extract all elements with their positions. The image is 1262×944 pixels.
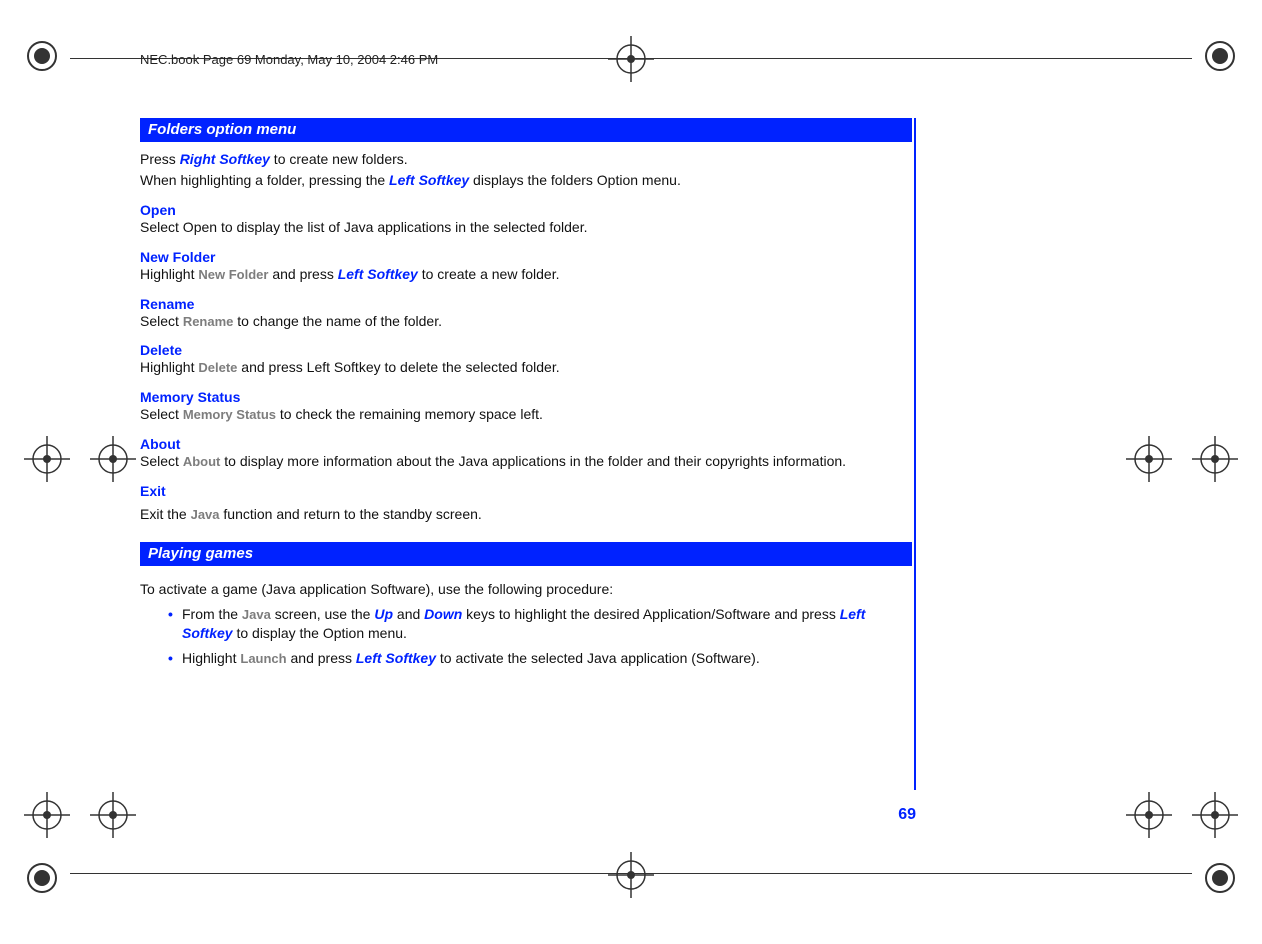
crosshair-icon [1126, 436, 1172, 482]
book-header-breadcrumb: NEC.book Page 69 Monday, May 10, 2004 2:… [140, 52, 438, 67]
subheading-exit: Exit [140, 483, 912, 499]
subheading-new-folder: New Folder [140, 249, 912, 265]
text: to create a new folder. [418, 266, 560, 282]
java-keyword: Java [191, 507, 220, 522]
text: screen, use the [271, 606, 375, 622]
right-margin-rule [914, 118, 916, 790]
text: Highlight [140, 266, 198, 282]
text: and [393, 606, 424, 622]
text: and press Left Softkey to delete the sel… [237, 359, 559, 375]
section-heading-folders: Folders option menu [140, 118, 912, 142]
text: When highlighting a folder, pressing the [140, 172, 389, 188]
text: Select [140, 453, 183, 469]
registration-mark-icon [1202, 860, 1238, 896]
text: Select [140, 313, 183, 329]
delete-description: Highlight Delete and press Left Softkey … [140, 358, 912, 377]
text: From the [182, 606, 242, 622]
new-folder-keyword: New Folder [198, 267, 268, 282]
left-softkey-label: Left Softkey [338, 266, 418, 282]
crosshair-icon [608, 852, 654, 898]
subheading-open: Open [140, 202, 912, 218]
text: Press [140, 151, 180, 167]
delete-keyword: Delete [198, 360, 237, 375]
section-heading-playing-games: Playing games [140, 542, 912, 566]
memory-status-description: Select Memory Status to check the remain… [140, 405, 912, 424]
text: function and return to the standby scree… [220, 506, 482, 522]
text: Highlight [140, 359, 198, 375]
exit-description: Exit the Java function and return to the… [140, 505, 912, 524]
crosshair-icon [1192, 436, 1238, 482]
text: and press [287, 650, 356, 666]
crosshair-icon [90, 436, 136, 482]
text: to display the Option menu. [233, 625, 407, 641]
crosshair-icon [24, 792, 70, 838]
text: Exit the [140, 506, 191, 522]
text: and press [268, 266, 337, 282]
page-content: Folders option menu Press Right Softkey … [140, 118, 912, 674]
subheading-about: About [140, 436, 912, 452]
text: to create new folders. [270, 151, 408, 167]
text: to change the name of the folder. [233, 313, 442, 329]
intro-line-2: When highlighting a folder, pressing the… [140, 171, 912, 190]
rename-description: Select Rename to change the name of the … [140, 312, 912, 331]
text: Select [140, 406, 183, 422]
playing-games-steps: From the Java screen, use the Up and Dow… [168, 605, 912, 668]
crosshair-icon [1126, 792, 1172, 838]
launch-keyword: Launch [240, 651, 286, 666]
right-softkey-label: Right Softkey [180, 151, 270, 167]
crosshair-icon [608, 36, 654, 82]
registration-mark-icon [24, 860, 60, 896]
text: to check the remaining memory space left… [276, 406, 543, 422]
subheading-delete: Delete [140, 342, 912, 358]
text: to display more information about the Ja… [220, 453, 846, 469]
text: Highlight [182, 650, 240, 666]
registration-mark-icon [24, 38, 60, 74]
left-softkey-label: Left Softkey [389, 172, 469, 188]
java-keyword: Java [242, 607, 271, 622]
about-description: Select About to display more information… [140, 452, 912, 471]
playing-games-intro: To activate a game (Java application Sof… [140, 580, 912, 599]
crosshair-icon [24, 436, 70, 482]
about-keyword: About [183, 454, 221, 469]
registration-mark-icon [1202, 38, 1238, 74]
rename-keyword: Rename [183, 314, 234, 329]
intro-line-1: Press Right Softkey to create new folder… [140, 150, 912, 169]
open-description: Select Open to display the list of Java … [140, 218, 912, 237]
crosshair-icon [90, 792, 136, 838]
left-softkey-label: Left Softkey [356, 650, 436, 666]
up-key-label: Up [374, 606, 393, 622]
text: to activate the selected Java applicatio… [436, 650, 760, 666]
down-key-label: Down [424, 606, 462, 622]
list-item: Highlight Launch and press Left Softkey … [168, 649, 912, 668]
page-number: 69 [898, 806, 916, 824]
memory-status-keyword: Memory Status [183, 407, 276, 422]
text: keys to highlight the desired Applicatio… [462, 606, 839, 622]
new-folder-description: Highlight New Folder and press Left Soft… [140, 265, 912, 284]
text: displays the folders Option menu. [469, 172, 681, 188]
crosshair-icon [1192, 792, 1238, 838]
list-item: From the Java screen, use the Up and Dow… [168, 605, 912, 643]
subheading-rename: Rename [140, 296, 912, 312]
subheading-memory-status: Memory Status [140, 389, 912, 405]
